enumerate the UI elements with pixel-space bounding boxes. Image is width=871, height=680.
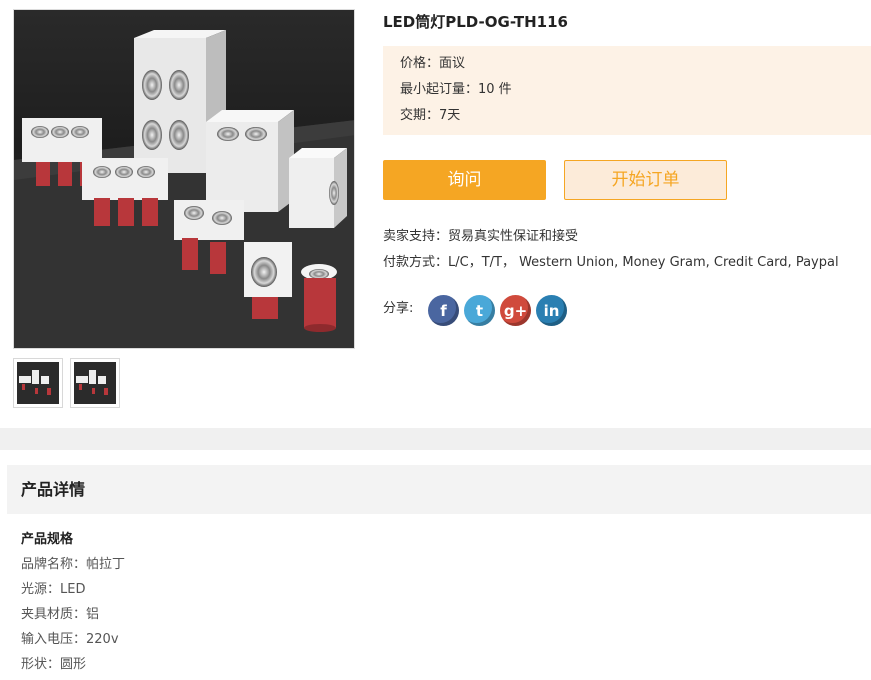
product-thumbnail-2[interactable] bbox=[70, 358, 120, 408]
product-photo-illustration bbox=[14, 30, 354, 348]
inquire-button[interactable]: 询问 bbox=[383, 160, 546, 200]
product-main-image bbox=[13, 9, 355, 349]
thumbnail-image bbox=[74, 362, 116, 404]
price-text: 价格：面议 bbox=[400, 56, 466, 71]
facebook-share-icon[interactable]: f bbox=[428, 295, 459, 326]
google-plus-share-icon[interactable]: g+ bbox=[500, 295, 531, 326]
product-thumbnail-1[interactable] bbox=[13, 358, 63, 408]
twitter-share-icon[interactable]: t bbox=[464, 295, 495, 326]
linkedin-share-icon[interactable]: in bbox=[536, 295, 567, 326]
spec-row-brand: 品牌名称：帕拉丁 bbox=[21, 557, 126, 572]
section-divider bbox=[0, 428, 871, 450]
moq-text: 最小起订量：10 件 bbox=[400, 82, 512, 97]
share-label: 分享: bbox=[383, 301, 414, 316]
spec-row-shape: 形状：圆形 bbox=[21, 657, 87, 672]
price-info-box: 价格：面议 最小起订量：10 件 交期：7天 bbox=[383, 46, 871, 135]
delivery-text: 交期：7天 bbox=[400, 108, 461, 123]
product-title: LED筒灯PLD-OG-TH116 bbox=[383, 13, 568, 31]
spec-row-light-source: 光源：LED bbox=[21, 582, 86, 597]
spec-row-material: 夹具材质：铝 bbox=[21, 607, 100, 622]
product-details-header: 产品详情 bbox=[7, 465, 871, 514]
spec-row-voltage: 输入电压：220v bbox=[21, 632, 119, 647]
payment-methods-text: 付款方式：L/C，T/T， Western Union, Money Gram,… bbox=[383, 255, 839, 270]
spec-title: 产品规格 bbox=[21, 532, 74, 547]
seller-support-text: 卖家支持：贸易真实性保证和接受 bbox=[383, 229, 579, 244]
start-order-button[interactable]: 开始订单 bbox=[564, 160, 727, 200]
thumbnail-image bbox=[17, 362, 59, 404]
